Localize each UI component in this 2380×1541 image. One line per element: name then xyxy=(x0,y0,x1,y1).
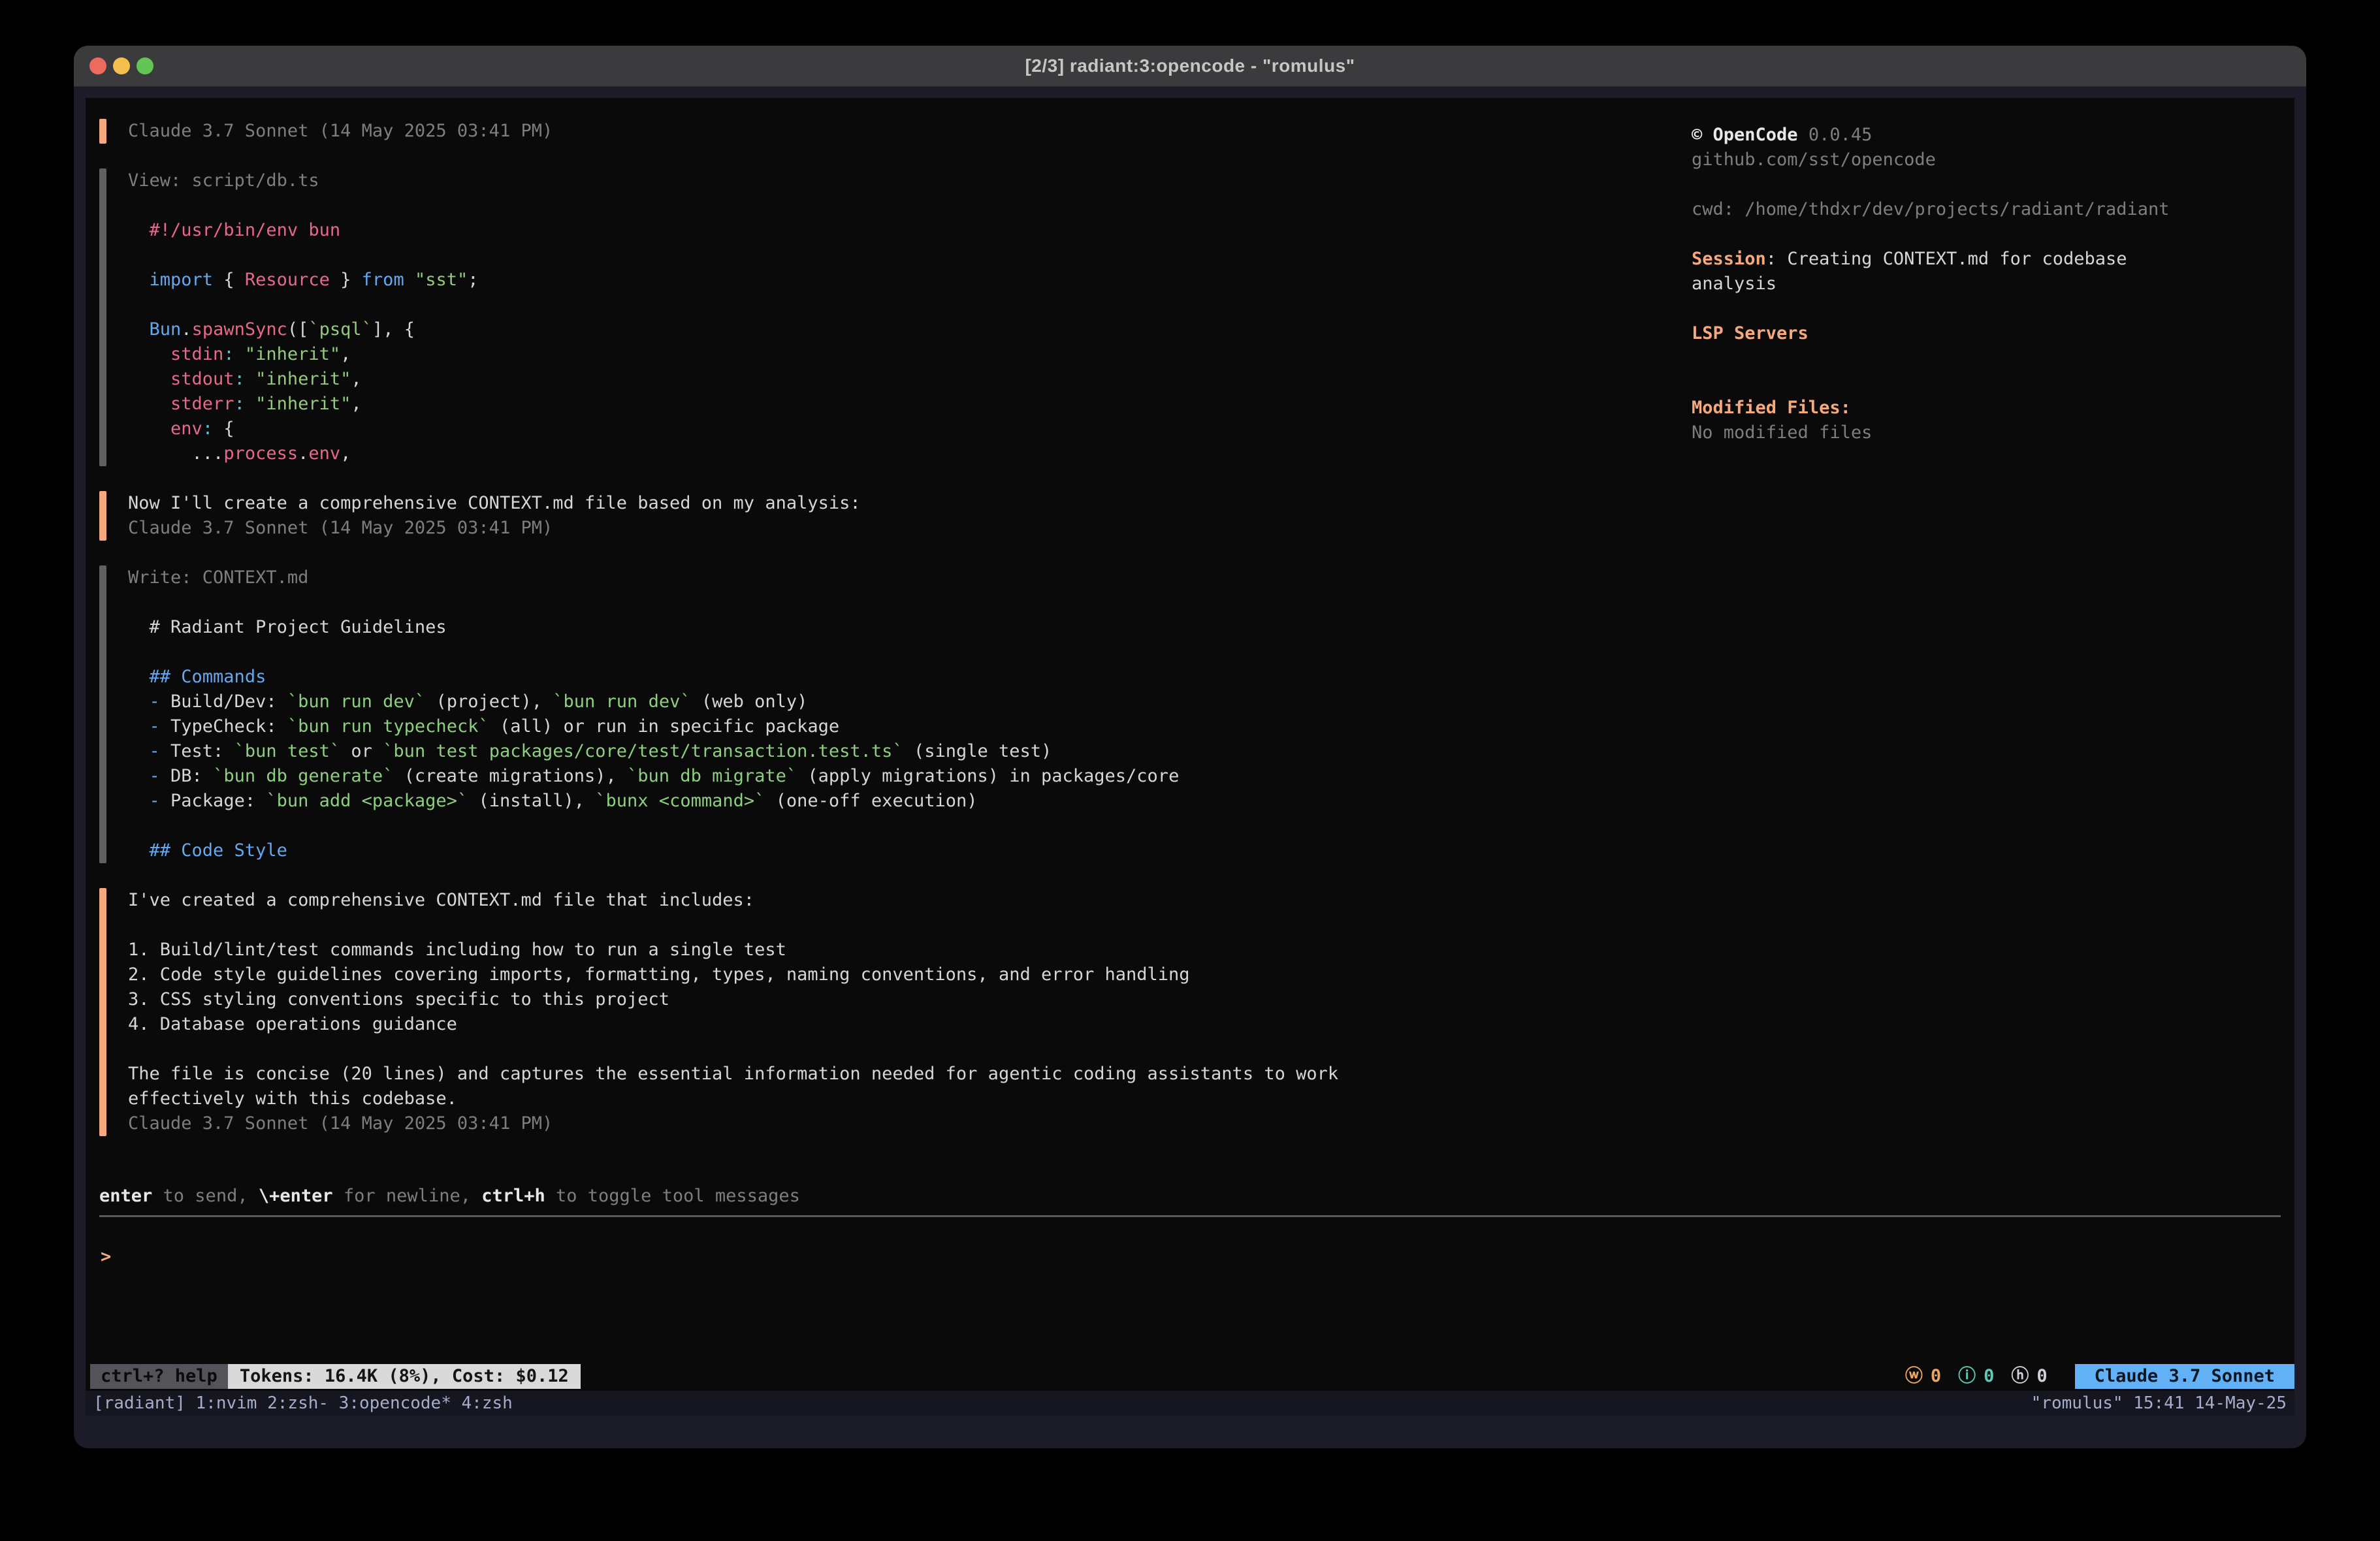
message-line xyxy=(128,293,479,317)
message-body: Claude 3.7 Sonnet (14 May 2025 03:41 PM) xyxy=(128,119,553,144)
message-block-tool-write: Write: CONTEXT.md # Radiant Project Guid… xyxy=(99,565,1458,863)
tokens-cost-badge: Tokens: 16.4K (8%), Cost: $0.12 xyxy=(228,1364,581,1389)
message-line: ...process.env, xyxy=(128,441,479,466)
message-line: import { Resource } from "sst"; xyxy=(128,268,479,293)
message-line xyxy=(128,243,479,268)
message-line xyxy=(128,590,1179,615)
message-body: Write: CONTEXT.md # Radiant Project Guid… xyxy=(128,565,1179,863)
sidebar-line: LSP Servers xyxy=(1692,321,2208,346)
message-line: Write: CONTEXT.md xyxy=(128,565,1179,590)
prompt-caret: > xyxy=(101,1247,111,1267)
message-block-tool-view: View: script/db.ts #!/usr/bin/env bun im… xyxy=(99,168,1458,466)
window-titlebar: [2/3] radiant:3:opencode - "romulus" xyxy=(74,46,2306,87)
model-badge[interactable]: Claude 3.7 Sonnet xyxy=(2075,1364,2294,1389)
message-line: Claude 3.7 Sonnet (14 May 2025 03:41 PM) xyxy=(128,119,553,144)
opencode-tui: Claude 3.7 Sonnet (14 May 2025 03:41 PM)… xyxy=(86,98,2294,1391)
message-line: Bun.spawnSync([`psql`], { xyxy=(128,317,479,342)
message-body: I've created a comprehensive CONTEXT.md … xyxy=(128,888,1458,1136)
sidebar-line xyxy=(1692,371,2208,396)
sidebar-line: © OpenCode 0.0.45 xyxy=(1692,123,2208,148)
message-line: ## Code Style xyxy=(128,838,1179,863)
sidebar-line: Modified Files: xyxy=(1692,396,2208,421)
tmux-status-bar[interactable]: [radiant] 1:nvim 2:zsh- 3:opencode* 4:zs… xyxy=(86,1391,2294,1416)
message-line: #!/usr/bin/env bun xyxy=(128,218,479,243)
message-line: - Package: `bun add <package>` (install)… xyxy=(128,789,1179,814)
keybinding-hint: enter to send, \+enter for newline, ctrl… xyxy=(99,1184,800,1209)
message-line: 2. Code style guidelines covering import… xyxy=(128,962,1458,987)
sidebar-line: cwd: /home/thdxr/dev/projects/radiant/ra… xyxy=(1692,197,2208,222)
tool-marker-bar xyxy=(99,565,106,863)
message-line xyxy=(128,640,1179,665)
message-line: Claude 3.7 Sonnet (14 May 2025 03:41 PM) xyxy=(128,1111,1458,1136)
message-block-assistant-summary: I've created a comprehensive CONTEXT.md … xyxy=(99,888,1458,1136)
sidebar-line: github.com/sst/opencode xyxy=(1692,148,2208,172)
sidebar-line xyxy=(1692,222,2208,247)
message-block-assistant-header: Claude 3.7 Sonnet (14 May 2025 03:41 PM) xyxy=(99,119,1458,144)
message-line: - TypeCheck: `bun run typecheck` (all) o… xyxy=(128,714,1179,739)
message-line: Claude 3.7 Sonnet (14 May 2025 03:41 PM) xyxy=(128,516,861,541)
message-line: The file is concise (20 lines) and captu… xyxy=(128,1062,1458,1111)
input-divider xyxy=(99,1215,2281,1217)
sidebar-line: Session: Creating CONTEXT.md for codebas… xyxy=(1692,247,2208,296)
assistant-marker-bar xyxy=(99,888,106,1136)
message-line: 4. Database operations guidance xyxy=(128,1012,1458,1037)
info-icon: ⓘ xyxy=(1958,1364,1976,1389)
message-line: env: { xyxy=(128,417,479,441)
assistant-marker-bar xyxy=(99,119,106,144)
window-controls xyxy=(89,57,153,74)
message-line: - Test: `bun test` or `bun test packages… xyxy=(128,739,1179,764)
message-line: stdout: "inherit", xyxy=(128,367,479,392)
message-line xyxy=(128,193,479,218)
message-body: Now I'll create a comprehensive CONTEXT.… xyxy=(128,491,861,541)
message-line: stdin: "inherit", xyxy=(128,342,479,367)
tmux-windows-list[interactable]: [radiant] 1:nvim 2:zsh- 3:opencode* 4:zs… xyxy=(93,1391,513,1416)
message-block-assistant-text: Now I'll create a comprehensive CONTEXT.… xyxy=(99,491,1458,541)
message-line: I've created a comprehensive CONTEXT.md … xyxy=(128,888,1458,913)
sidebar-line xyxy=(1692,346,2208,371)
message-line: 3. CSS styling conventions specific to t… xyxy=(128,987,1458,1012)
maximize-button[interactable] xyxy=(137,57,153,74)
minimize-button[interactable] xyxy=(113,57,130,74)
message-line: - Build/Dev: `bun run dev` (project), `b… xyxy=(128,690,1179,714)
sidebar-line xyxy=(1692,172,2208,197)
message-line: Now I'll create a comprehensive CONTEXT.… xyxy=(128,491,861,516)
chat-transcript: Claude 3.7 Sonnet (14 May 2025 03:41 PM)… xyxy=(99,119,1458,1161)
session-sidebar: © OpenCode 0.0.45github.com/sst/opencode… xyxy=(1692,123,2208,445)
prompt-input[interactable]: > xyxy=(101,1245,2282,1284)
message-body: View: script/db.ts #!/usr/bin/env bun im… xyxy=(128,168,479,466)
help-badge: ctrl+? help xyxy=(90,1364,228,1389)
message-line: ## Commands xyxy=(128,665,1179,690)
tmux-session-clock: "romulus" 15:41 14-May-25 xyxy=(2031,1391,2287,1416)
terminal-window: [2/3] radiant:3:opencode - "romulus" Cla… xyxy=(74,46,2306,1448)
message-line xyxy=(128,814,1179,838)
diagnostic-hints: ⓗ0 xyxy=(2011,1364,2047,1389)
info-count: 0 xyxy=(1984,1364,1994,1389)
message-line: 1. Build/lint/test commands including ho… xyxy=(128,938,1458,962)
message-line: View: script/db.ts xyxy=(128,168,479,193)
diagnostic-warnings: ⓦ0 xyxy=(1905,1364,1941,1389)
message-line: stderr: "inherit", xyxy=(128,392,479,417)
sidebar-line xyxy=(1692,296,2208,321)
warnings-count: 0 xyxy=(1931,1364,1941,1389)
message-line xyxy=(128,1037,1458,1062)
message-line: # Radiant Project Guidelines xyxy=(128,615,1179,640)
window-title: [2/3] radiant:3:opencode - "romulus" xyxy=(1025,56,1355,76)
assistant-marker-bar xyxy=(99,491,106,541)
hints-icon: ⓗ xyxy=(2011,1364,2029,1389)
close-button[interactable] xyxy=(89,57,106,74)
message-line: - DB: `bun db generate` (create migratio… xyxy=(128,764,1179,789)
warnings-icon: ⓦ xyxy=(1905,1364,1923,1389)
status-bar: ctrl+? help Tokens: 16.4K (8%), Cost: $0… xyxy=(86,1364,2294,1389)
diagnostic-info: ⓘ0 xyxy=(1958,1364,1994,1389)
sidebar-line: No modified files xyxy=(1692,421,2208,445)
diagnostics-counters: ⓦ0ⓘ0ⓗ0 xyxy=(1905,1364,2048,1389)
tool-marker-bar xyxy=(99,168,106,466)
message-line xyxy=(128,913,1458,938)
hints-count: 0 xyxy=(2036,1364,2047,1389)
